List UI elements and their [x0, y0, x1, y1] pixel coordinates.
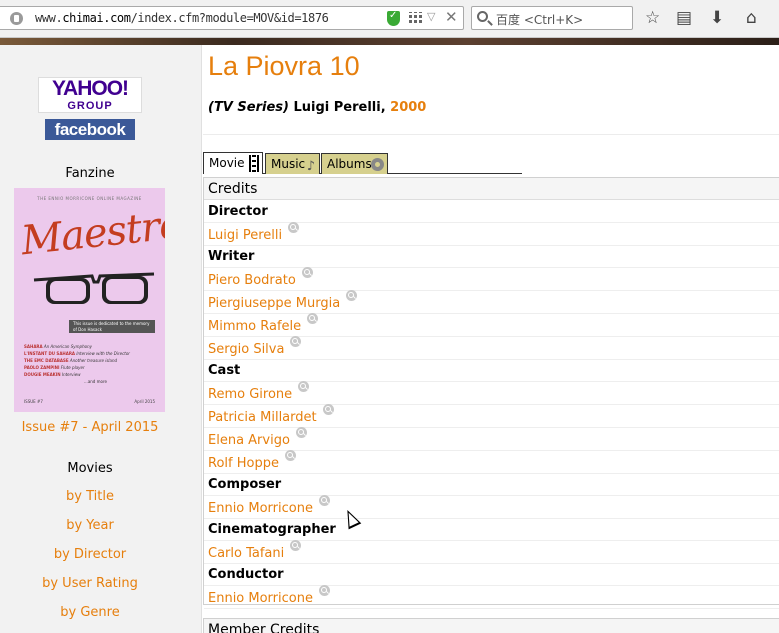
credit-person-row: Remo Girone — [204, 381, 779, 405]
person-link[interactable]: Patricia Millardet — [208, 410, 317, 425]
person-link[interactable]: Luigi Perelli — [208, 228, 282, 243]
credit-person-row: Mimmo Rafele — [204, 313, 779, 337]
sidebar: YAHOO! GROUP facebook Fanzine THE ENNIO … — [0, 45, 202, 633]
magnify-icon[interactable] — [322, 404, 334, 415]
credits-list: Director Luigi Perelli Writer Piero Bodrato… — [204, 201, 779, 609]
person-link[interactable]: Elena Arvigo — [208, 433, 290, 448]
person-link[interactable]: Piergiuseppe Murgia — [208, 296, 340, 311]
movie-subtitle: (TV Series) Luigi Perelli, 2000 — [208, 100, 427, 115]
credit-role-cinematographer: Cinematographer — [204, 519, 779, 541]
sidebar-link-by-title[interactable]: by Title — [0, 489, 180, 504]
disc-icon — [371, 158, 384, 171]
star-icon[interactable]: ☆ — [645, 7, 660, 29]
search-box[interactable]: 百度 <Ctrl+K> — [471, 6, 633, 30]
credits-panel: Credits Director Luigi Perelli Writer Piero… — [203, 177, 779, 609]
credits-heading: Credits — [204, 178, 779, 200]
download-icon[interactable]: ⬇ — [710, 7, 724, 29]
credit-role-cast: Cast — [204, 360, 779, 382]
person-link[interactable]: Ennio Morricone — [208, 591, 313, 606]
magnify-icon[interactable] — [307, 313, 319, 324]
magnify-icon[interactable] — [288, 222, 300, 233]
magnify-icon[interactable] — [298, 381, 310, 392]
credit-person-row: Carlo Tafani — [204, 540, 779, 564]
person-link[interactable]: Sergio Silva — [208, 342, 284, 357]
year-link[interactable]: 2000 — [390, 100, 426, 115]
magnify-icon[interactable] — [301, 267, 313, 278]
globe-icon[interactable] — [10, 12, 23, 25]
credit-person-row: Sergio Silva — [204, 336, 779, 360]
divider — [203, 134, 779, 135]
sidebar-link-by-user-rating[interactable]: by User Rating — [0, 576, 180, 591]
director-name: Luigi Perelli, — [288, 100, 391, 115]
home-icon[interactable]: ⌂ — [746, 7, 757, 29]
person-link[interactable]: Remo Girone — [208, 387, 292, 402]
reader-icon[interactable]: ▤ — [676, 7, 692, 29]
person-link[interactable]: Piero Bodrato — [208, 273, 296, 288]
credit-role-composer: Composer — [204, 474, 779, 496]
sidebar-link-by-director[interactable]: by Director — [0, 547, 180, 562]
member-credits-heading: Member Credits — [208, 622, 320, 633]
magnify-icon[interactable] — [346, 290, 358, 301]
tab-bar: Movie Music ♪ Albums — [203, 152, 523, 174]
credit-person-row: Elena Arvigo — [204, 427, 779, 451]
music-note-icon: ♪ — [306, 159, 315, 174]
search-placeholder: 百度 <Ctrl+K> — [496, 13, 584, 27]
credit-person-row: Piergiuseppe Murgia — [204, 290, 779, 314]
tab-movie[interactable]: Movie — [203, 152, 263, 174]
credit-person-row: Piero Bodrato — [204, 267, 779, 291]
qr-icon[interactable] — [409, 12, 422, 25]
credit-person-row: Patricia Millardet — [204, 404, 779, 428]
close-icon[interactable]: ✕ — [445, 8, 458, 26]
header-banner-strip — [0, 38, 779, 45]
member-credits-panel: Member Credits — [203, 618, 779, 633]
magnify-icon[interactable] — [284, 450, 296, 461]
person-link[interactable]: Ennio Morricone — [208, 501, 313, 516]
address-bar[interactable]: www.chimai.com/index.cfm?module=MOV&id=1… — [0, 6, 464, 30]
magnify-icon[interactable] — [290, 336, 302, 347]
credit-person-row: Ennio Morricone — [204, 585, 779, 609]
movies-heading: Movies — [67, 461, 113, 476]
shield-icon[interactable] — [387, 10, 400, 26]
page-title: La Piovra 10 — [208, 51, 360, 81]
facebook-logo[interactable]: facebook — [45, 119, 135, 140]
person-link[interactable]: Carlo Tafani — [208, 546, 284, 561]
magnify-icon[interactable] — [295, 427, 307, 438]
magnify-icon[interactable] — [318, 495, 330, 506]
tab-music[interactable]: Music ♪ — [265, 153, 320, 174]
credit-person-row: Ennio Morricone — [204, 495, 779, 519]
main-content: La Piovra 10 (TV Series) Luigi Perelli, … — [203, 45, 779, 633]
magnify-icon[interactable] — [318, 585, 330, 596]
yahoo-group-logo[interactable]: YAHOO! GROUP — [38, 77, 142, 113]
credit-person-row: Luigi Perelli — [204, 222, 779, 246]
person-link[interactable]: Rolf Hoppe — [208, 456, 279, 471]
fanzine-issue-link[interactable]: Issue #7 - April 2015 — [0, 420, 180, 435]
credit-role-conductor: Conductor — [204, 564, 779, 586]
person-link[interactable]: Mimmo Rafele — [208, 319, 301, 334]
film-icon — [249, 155, 259, 172]
credit-role-writer: Writer — [204, 246, 779, 268]
fanzine-heading: Fanzine — [65, 166, 115, 181]
url-text[interactable]: www.chimai.com/index.cfm?module=MOV&id=1… — [35, 11, 329, 25]
magnify-icon[interactable] — [290, 540, 302, 551]
fanzine-cover[interactable]: THE ENNIO MORRICONE ONLINE MAGAZINE Maes… — [14, 188, 165, 412]
dropdown-icon[interactable]: ▽ — [427, 10, 435, 23]
sidebar-link-by-year[interactable]: by Year — [0, 518, 180, 533]
browser-toolbar: www.chimai.com/index.cfm?module=MOV&id=1… — [0, 0, 779, 38]
sidebar-link-by-genre[interactable]: by Genre — [0, 605, 180, 620]
credit-role-director: Director — [204, 201, 779, 223]
tab-albums[interactable]: Albums — [321, 153, 388, 174]
search-icon[interactable] — [477, 11, 488, 22]
glasses-illustration — [33, 272, 155, 304]
credit-person-row: Rolf Hoppe — [204, 450, 779, 474]
cover-title: Maestro — [19, 201, 165, 265]
